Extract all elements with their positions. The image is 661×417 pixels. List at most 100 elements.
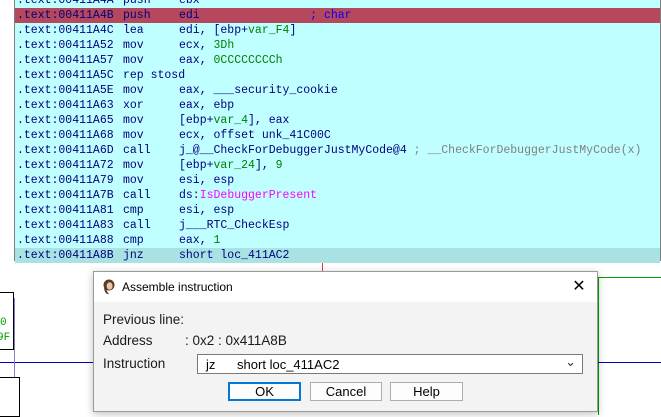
disasm-line[interactable]: .text:00411A72 mov [ebp+var_24], 9	[15, 158, 660, 173]
disasm-operands: ds:IsDebuggerPresent	[179, 188, 317, 203]
disasm-mnemonic: rep stosd	[123, 69, 186, 82]
disasm-mnemonic: xor	[123, 99, 144, 112]
disasm-operands: j_@__CheckForDebuggerJustMyCode@4 ; __Ch…	[179, 143, 641, 158]
disasm-line[interactable]: .text:00411A57 mov eax, 0CCCCCCCCh	[15, 53, 660, 68]
dialog-title: Assemble instruction	[122, 280, 233, 294]
disasm-address: .text:00411A63	[17, 99, 114, 112]
disasm-line[interactable]: .text:00411A81 cmp esi, esp	[15, 203, 660, 218]
disasm-mnemonic: push	[123, 0, 151, 7]
operand-variable: var_24	[213, 159, 255, 172]
disasm-operands: eax, ebp	[179, 98, 234, 113]
disasm-address: .text:00411A68	[17, 129, 114, 142]
operand-text: j_@__CheckForDebuggerJustMyCode@4	[179, 144, 407, 157]
disasm-operands: j___RTC_CheckEsp	[179, 218, 289, 233]
disasm-line[interactable]: .text:00411A88 cmp eax, 1	[15, 233, 660, 248]
chevron-down-icon[interactable]: ⌄	[565, 354, 576, 370]
instruction-combobox[interactable]: jz short loc_411AC2 ⌄	[197, 354, 583, 374]
operand-function: IsDebuggerPresent	[199, 189, 318, 202]
disasm-address: .text:00411A88	[17, 234, 114, 247]
operand-text: j___RTC_CheckEsp	[179, 219, 290, 232]
operand-immediate: 9	[275, 159, 283, 172]
disasm-address: .text:00411A5E	[17, 84, 114, 97]
disasm-line[interactable]: .text:00411A7B call ds:IsDebuggerPresent	[15, 188, 660, 203]
disassembly-block[interactable]: .text:00411A4A push ebx .text:00411A4B push e…	[14, 0, 661, 263]
disasm-mnemonic: mov	[123, 54, 144, 67]
disasm-line[interactable]: .text:00411A52 mov ecx, 3Dh	[15, 38, 660, 53]
disasm-mnemonic: mov	[123, 129, 144, 142]
instruction-input[interactable]: jz short loc_411AC2	[206, 357, 339, 372]
operand-text: eax, ___security_cookie	[179, 84, 338, 97]
operand-text: ds:	[179, 189, 200, 202]
operand-text: [ebp+	[179, 159, 214, 172]
disasm-operands: eax, ___security_cookie	[179, 83, 338, 98]
disasm-line[interactable]: .text:00411A65 mov [ebp+var_4], eax	[15, 113, 660, 128]
node-fragment-text-bottom: 9F	[0, 332, 11, 344]
disasm-mnemonic: mov	[123, 159, 144, 172]
help-button[interactable]: Help	[390, 382, 463, 401]
dialog-title-bar[interactable]: Assemble instruction ✕	[94, 272, 597, 302]
disasm-operands: eax, 1	[179, 233, 220, 248]
disasm-mnemonic: cmp	[123, 204, 144, 217]
disasm-comment: ; char	[310, 9, 352, 22]
disasm-line[interactable]: .text:00411A68 mov ecx, offset unk_41C00C	[15, 128, 660, 143]
close-icon[interactable]: ✕	[569, 276, 589, 298]
disasm-mnemonic: mov	[123, 174, 144, 187]
disasm-mnemonic: push	[123, 9, 151, 22]
graph-edge-green	[598, 277, 661, 278]
ida-app-icon	[103, 279, 115, 295]
operand-variable: var_4	[213, 114, 249, 127]
disasm-line[interactable]: .text:00411A79 mov esi, esp	[15, 173, 660, 188]
disasm-line[interactable]: .text:00411A5E mov eax, ___security_cookie	[15, 83, 660, 98]
node-fragment-text-top: 0	[0, 317, 7, 329]
disasm-operands: esi, esp	[179, 203, 234, 218]
disasm-operands: edi ; char	[179, 8, 352, 23]
disasm-line[interactable]: .text:00411A8B jnz short loc_411AC2	[15, 248, 660, 263]
disasm-line[interactable]: .text:00411A6D call j_@__CheckForDebuggerJ…	[15, 143, 660, 158]
operand-text: ecx,	[179, 39, 214, 52]
disasm-mnemonic: mov	[123, 39, 144, 52]
graph-node-fragment-lower[interactable]	[0, 377, 20, 417]
disasm-address: .text:00411A57	[17, 54, 114, 67]
disasm-line[interactable]: .text:00411A83 call j___RTC_CheckEsp	[15, 218, 660, 233]
operand-immediate: 3Dh	[213, 39, 235, 52]
disasm-address: .text:00411A5C	[17, 69, 114, 82]
disasm-address: .text:00411A6D	[17, 144, 114, 157]
disasm-line[interactable]: .text:00411A5C rep stosd	[15, 68, 660, 83]
disasm-mnemonic: jnz	[123, 249, 144, 262]
disasm-operands: ebx	[179, 0, 200, 8]
disasm-line[interactable]: .text:00411A4A push ebx	[15, 0, 660, 8]
disasm-mnemonic: call	[123, 219, 151, 232]
disasm-operands: eax, 0CCCCCCCCh	[179, 53, 283, 68]
disasm-line[interactable]: .text:00411A63 xor eax, ebp	[15, 98, 660, 113]
operand-text: short loc_411AC2	[179, 249, 290, 262]
disasm-address: .text:00411A65	[17, 114, 114, 127]
operand-text: ]	[289, 24, 297, 37]
operand-text: esi, esp	[179, 204, 235, 217]
disasm-line[interactable]: .text:00411A4B push edi ; char	[15, 8, 660, 23]
disasm-operands: ecx, offset unk_41C00C	[179, 128, 331, 143]
disasm-operands: [ebp+var_24], 9	[179, 158, 283, 173]
operand-text: edi	[179, 9, 200, 22]
graph-node-fragment[interactable]: 0 9F	[0, 292, 14, 350]
disasm-address: .text:00411A8B	[17, 249, 114, 262]
disasm-operands: edi, [ebp+var_F4]	[179, 23, 296, 38]
operand-text: edi, [ebp+	[179, 24, 249, 37]
instruction-label: Instruction	[103, 356, 166, 371]
comment-gap	[200, 9, 310, 22]
disasm-operands: esi, esp	[179, 173, 234, 188]
disasm-address: .text:00411A7B	[17, 189, 114, 202]
operand-text: eax,	[179, 234, 214, 247]
disasm-address: .text:00411A4C	[17, 24, 114, 37]
operand-text: ebx	[179, 0, 200, 7]
operand-text: ],	[254, 159, 276, 172]
cancel-button[interactable]: Cancel	[310, 382, 382, 401]
disasm-address: .text:00411A4B	[17, 9, 114, 22]
disasm-comment: ; __CheckForDebuggerJustMyCode(x)	[413, 144, 642, 157]
operand-text: [ebp+	[179, 114, 214, 127]
disasm-line[interactable]: .text:00411A4C lea edi, [ebp+var_F4]	[15, 23, 660, 38]
assemble-instruction-dialog: Assemble instruction ✕ Previous line: Ad…	[93, 271, 598, 412]
disasm-operands: [ebp+var_4], eax	[179, 113, 289, 128]
operand-immediate: 1	[213, 234, 221, 247]
disasm-address: .text:00411A81	[17, 204, 114, 217]
ok-button[interactable]: OK	[228, 382, 301, 401]
